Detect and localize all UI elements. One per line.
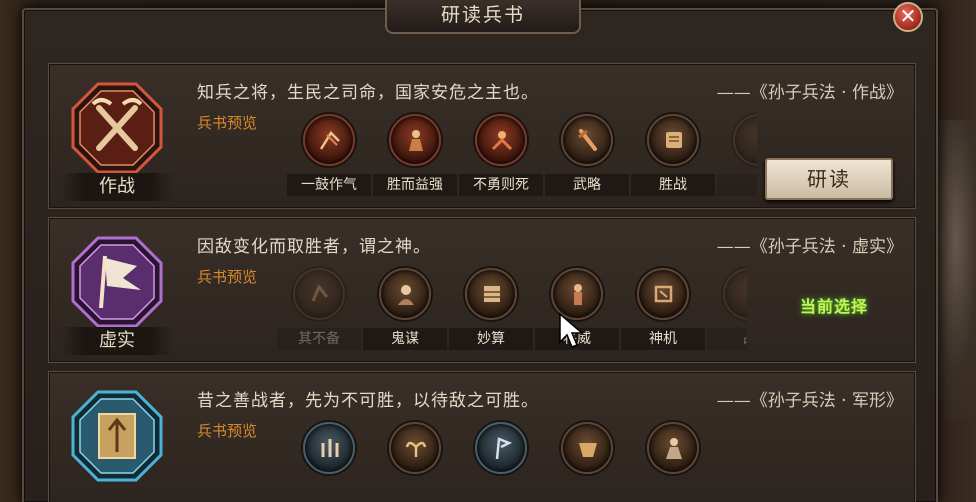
study-button[interactable]: 研读 [765, 158, 893, 200]
book-source: ——《孙子兵法 · 虚实》 [716, 237, 903, 257]
skill-item[interactable] [717, 112, 757, 198]
preview-label: 兵书预览 [197, 268, 258, 286]
crossed-swords-icon [71, 82, 163, 174]
skill-item[interactable] [459, 420, 543, 502]
emblem-label: 作战 [61, 173, 173, 201]
lotus-icon [389, 422, 441, 474]
abacus-icon [465, 268, 517, 320]
strategist-icon [379, 268, 431, 320]
skill-item[interactable]: 胜而益强 [373, 112, 457, 198]
sword-icon [561, 114, 613, 166]
ambush-icon [293, 268, 345, 320]
warrior-icon [475, 114, 527, 166]
war-drum-icon [303, 114, 355, 166]
fortress-icon [71, 390, 163, 482]
book-panel-zuozhan: 作战 知兵之将，生民之司命，国家安危之主也。 ——《孙子兵法 · 作战》 兵书预… [48, 63, 916, 209]
book-source: ——《孙子兵法 · 军形》 [716, 391, 903, 411]
preview-label: 兵书预览 [197, 422, 258, 440]
book-quote: 知兵之将，生民之司命，国家安危之主也。 [197, 83, 539, 103]
close-button[interactable]: ✕ [893, 2, 923, 32]
emblem-label: 虚实 [61, 327, 173, 355]
formation-icon [303, 422, 355, 474]
skill-item[interactable]: 一鼓作气 [287, 112, 371, 198]
cauldron-icon [561, 422, 613, 474]
skill-item[interactable]: 其不备 [277, 266, 361, 352]
window-title: 研读兵书 [385, 0, 581, 34]
book-quote: 昔之善战者，先为不可胜，以待敌之可胜。 [197, 391, 539, 411]
banner-tower-icon [475, 422, 527, 474]
skill-item[interactable] [631, 420, 715, 502]
sage-icon [647, 422, 699, 474]
machine-icon [637, 268, 689, 320]
partial-icon [723, 268, 747, 320]
skill-item[interactable] [287, 420, 371, 502]
skill-item[interactable]: 胜战 [631, 112, 715, 198]
book-panel-xushi: 虚实 因敌变化而取胜者，谓之神。 ——《孙子兵法 · 虚实》 兵书预览 其不备 … [48, 217, 916, 363]
book-quote: 因敌变化而取胜者，谓之神。 [197, 237, 431, 257]
skill-item[interactable] [373, 420, 457, 502]
book-source: ——《孙子兵法 · 作战》 [716, 83, 903, 103]
skill-item[interactable] [545, 420, 629, 502]
preview-label: 兵书预览 [197, 114, 258, 132]
banner-icon [71, 236, 163, 328]
mouse-cursor-icon [559, 312, 585, 348]
general-icon [389, 114, 441, 166]
skill-list: 一鼓作气 胜而益强 不勇则死 武略 胜战 [287, 112, 757, 202]
skill-item[interactable]: 占 [707, 266, 747, 352]
skill-item[interactable]: 不勇则死 [459, 112, 543, 198]
skill-item[interactable]: 妙算 [449, 266, 533, 352]
skill-item[interactable]: 神机 [621, 266, 705, 352]
skill-item[interactable]: 鬼谋 [363, 266, 447, 352]
scroll-icon [647, 114, 699, 166]
current-selection-badge: 当前选择 [783, 294, 885, 320]
skill-item[interactable]: 武略 [545, 112, 629, 198]
partial-icon [733, 114, 757, 166]
skill-list [287, 420, 757, 502]
book-panel-junxing: 昔之善战者，先为不可胜，以待敌之可胜。 ——《孙子兵法 · 军形》 兵书预览 [48, 371, 916, 502]
skill-list: 其不备 鬼谋 妙算 将威 神机 占 [277, 266, 747, 356]
